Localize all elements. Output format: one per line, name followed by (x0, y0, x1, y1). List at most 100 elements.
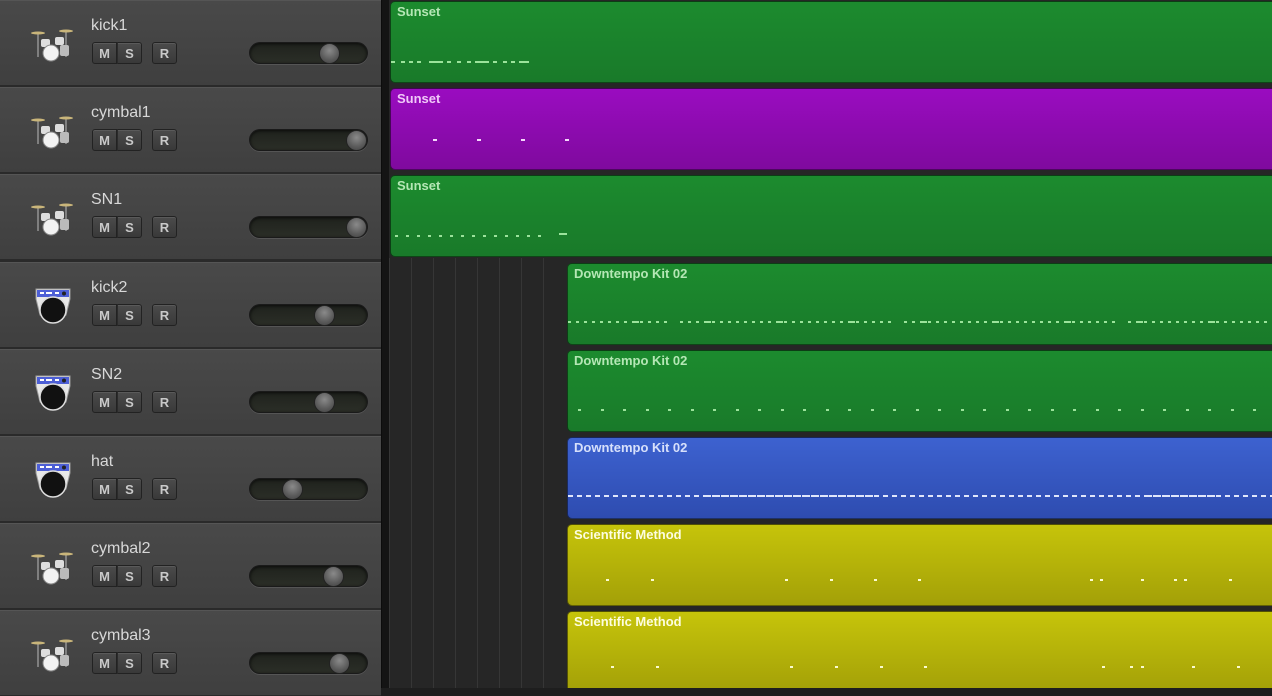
volume-slider-knob[interactable] (346, 130, 367, 151)
midi-note (712, 321, 715, 323)
volume-slider-knob[interactable] (318, 43, 340, 64)
region-sunset[interactable]: Sunset (390, 175, 1272, 257)
midi-note (704, 321, 711, 323)
midi-note (505, 235, 508, 237)
midi-note (901, 495, 906, 497)
midi-note (1045, 495, 1050, 497)
midi-note (600, 409, 604, 411)
region-scientific-method[interactable]: Scientific Method (567, 611, 1272, 688)
midi-note (1064, 321, 1071, 323)
midi-note (656, 666, 659, 668)
record-enable-button[interactable]: R (152, 391, 177, 413)
volume-slider[interactable] (249, 652, 368, 674)
solo-button[interactable]: S (117, 565, 142, 587)
mute-button[interactable]: M (92, 391, 117, 413)
record-enable-button[interactable]: R (152, 565, 177, 587)
record-enable-button[interactable]: R (152, 42, 177, 64)
record-enable-button[interactable]: R (152, 216, 177, 238)
volume-slider-knob[interactable] (346, 217, 367, 238)
solo-button[interactable]: S (117, 304, 142, 326)
midi-note (952, 321, 955, 323)
volume-slider-knob[interactable] (329, 653, 351, 674)
region-scientific-method[interactable]: Scientific Method (567, 524, 1272, 606)
record-enable-button[interactable]: R (152, 304, 177, 326)
track-name: SN1 (91, 191, 123, 208)
midi-note (640, 321, 643, 323)
drum-machine-icon (30, 285, 76, 327)
volume-slider[interactable] (249, 42, 368, 64)
midi-note (1040, 321, 1043, 323)
volume-slider[interactable] (249, 478, 368, 500)
drum-kit-icon (30, 23, 76, 65)
mute-button[interactable]: M (92, 42, 117, 64)
mute-button[interactable]: M (92, 478, 117, 500)
tracks-area[interactable]: Sunset Sunset Sunset Downtempo Kit 02 Downte… (389, 0, 1272, 688)
track-header-kick1[interactable]: kick1 M S R (0, 0, 381, 86)
mute-button[interactable]: M (92, 304, 117, 326)
solo-button[interactable]: S (117, 216, 142, 238)
solo-button[interactable]: S (117, 391, 142, 413)
beat-gridline (389, 258, 390, 688)
track-header-cymbal2[interactable]: cymbal2 M S R (0, 523, 381, 609)
midi-note (910, 495, 915, 497)
midi-note (721, 495, 729, 497)
volume-slider[interactable] (249, 216, 368, 238)
track-header-cymbal3[interactable]: cymbal3 M S R (0, 610, 381, 696)
midi-note (946, 495, 951, 497)
record-enable-button[interactable]: R (152, 478, 177, 500)
volume-slider[interactable] (249, 129, 368, 151)
solo-button[interactable]: S (117, 478, 142, 500)
midi-note (527, 235, 530, 237)
midi-note (811, 495, 819, 497)
mute-button[interactable]: M (92, 129, 117, 151)
midi-note (838, 495, 846, 497)
solo-button[interactable]: S (117, 652, 142, 674)
volume-slider-knob[interactable] (282, 479, 304, 500)
volume-slider-knob[interactable] (323, 566, 345, 587)
mute-button[interactable]: M (92, 565, 117, 587)
volume-slider[interactable] (249, 304, 368, 326)
midi-note (586, 495, 591, 497)
midi-note (1000, 495, 1005, 497)
track-header-SN2[interactable]: SN2 M S R (0, 349, 381, 435)
track-header-SN1[interactable]: SN1 M S R (0, 174, 381, 260)
solo-button[interactable]: S (117, 42, 142, 64)
mute-button[interactable]: M (92, 216, 117, 238)
record-enable-button[interactable]: R (152, 652, 177, 674)
volume-slider-knob[interactable] (314, 305, 336, 326)
midi-note (1104, 321, 1107, 323)
midi-note (919, 495, 924, 497)
region-sunset[interactable]: Sunset (390, 1, 1272, 83)
region-sunset[interactable]: Sunset (390, 88, 1272, 170)
midi-note (457, 61, 461, 63)
midi-notes (568, 351, 1272, 431)
midi-note (800, 321, 803, 323)
midi-note (1048, 321, 1051, 323)
volume-slider-knob[interactable] (314, 392, 336, 413)
midi-note (880, 321, 883, 323)
solo-button[interactable]: S (117, 129, 142, 151)
midi-note (1225, 495, 1230, 497)
midi-note (1008, 321, 1011, 323)
region-downtempo-kit-02[interactable]: Downtempo Kit 02 (567, 263, 1272, 345)
region-downtempo-kit-02[interactable]: Downtempo Kit 02 (567, 350, 1272, 432)
midi-note (658, 495, 663, 497)
track-header-cymbal1[interactable]: cymbal1 M S R (0, 87, 381, 173)
record-enable-button[interactable]: R (152, 129, 177, 151)
midi-note (1112, 321, 1115, 323)
midi-note (391, 61, 395, 63)
midi-note (1128, 321, 1131, 323)
midi-note (467, 61, 471, 63)
volume-slider[interactable] (249, 391, 368, 413)
track-header-kick2[interactable]: kick2 M S R (0, 262, 381, 348)
midi-note (395, 235, 398, 237)
drum-kit-icon (30, 546, 76, 588)
midi-note (1028, 409, 1031, 411)
track-header-hat[interactable]: hat M S R (0, 436, 381, 522)
mute-button[interactable]: M (92, 652, 117, 674)
midi-note (485, 61, 489, 63)
volume-slider[interactable] (249, 565, 368, 587)
midi-note (992, 321, 999, 323)
midi-note (1140, 409, 1144, 411)
region-downtempo-kit-02[interactable]: Downtempo Kit 02 (567, 437, 1272, 519)
